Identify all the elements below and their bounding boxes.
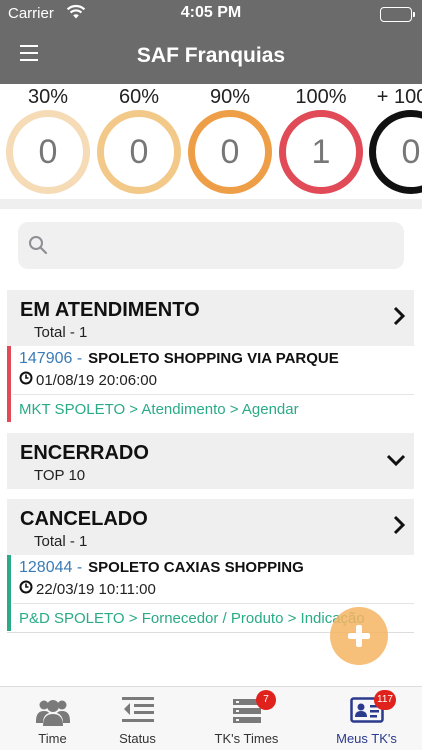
- clock-icon: [19, 371, 33, 389]
- clock-icon: [19, 580, 33, 598]
- gauge-over-100[interactable]: + 100% 0: [366, 84, 422, 194]
- divider: [0, 199, 422, 209]
- status-bar: Carrier 4:05 PM: [0, 0, 422, 28]
- gauge-label: + 100%: [376, 86, 422, 108]
- navigation-bar: SAF Franquias: [0, 28, 422, 84]
- team-icon: [35, 697, 70, 732]
- gauge-label: 30%: [27, 86, 69, 108]
- ticket-category-path: MKT SPOLETO > Atendimento > Agendar: [19, 401, 299, 418]
- ticket-store-name: SPOLETO CAXIAS SHOPPING: [88, 559, 304, 576]
- add-ticket-button[interactable]: [330, 607, 388, 665]
- gauge-90[interactable]: 90% 0: [185, 84, 275, 194]
- section-title: ENCERRADO: [20, 442, 149, 464]
- gauge-100[interactable]: 100% 1: [276, 84, 366, 194]
- search-bar[interactable]: [18, 222, 404, 269]
- gauge-circle: 0: [97, 110, 181, 194]
- section-subtitle: Total - 1: [34, 324, 88, 341]
- chevron-right-icon: [392, 306, 406, 331]
- section-em-atendimento[interactable]: EM ATENDIMENTO Total - 1: [7, 290, 414, 346]
- ticket-store-name: SPOLETO SHOPPING VIA PARQUE: [88, 350, 339, 367]
- section-subtitle: TOP 10: [34, 467, 86, 484]
- ticket-date-row: 22/03/19 10:11:00: [19, 580, 156, 598]
- gauge-label: 90%: [209, 86, 251, 108]
- gauge-circle: 0: [369, 110, 422, 194]
- section-title: EM ATENDIMENTO: [20, 299, 200, 321]
- ticket-id: 147906 -: [19, 350, 83, 367]
- page-title: SAF Franquias: [136, 44, 286, 67]
- divider: [13, 394, 414, 395]
- section-cancelado[interactable]: CANCELADO Total - 1: [7, 499, 414, 555]
- gauge-label: 60%: [118, 86, 160, 108]
- tab-tks-times[interactable]: 7 TK's Times: [194, 687, 299, 750]
- list-indent-icon: [121, 697, 154, 728]
- notification-badge: 7: [256, 690, 276, 710]
- tab-meus-tks[interactable]: 117 Meus TK's: [314, 687, 419, 750]
- section-title: CANCELADO: [20, 508, 148, 530]
- gauge-30[interactable]: 30% 0: [3, 84, 93, 194]
- battery-icon: [380, 7, 415, 22]
- tab-status[interactable]: Status: [85, 687, 190, 750]
- section-encerrado[interactable]: ENCERRADO TOP 10: [7, 433, 414, 489]
- chevron-right-icon: [392, 515, 406, 540]
- gauge-60[interactable]: 60% 0: [94, 84, 184, 194]
- notification-badge: 117: [374, 690, 396, 710]
- tab-label: Meus TK's: [336, 731, 397, 746]
- ticket-card[interactable]: 147906 - SPOLETO SHOPPING VIA PARQUE 01/0…: [7, 346, 414, 422]
- gauge-circle: 0: [6, 110, 90, 194]
- gauge-circle: 0: [188, 110, 272, 194]
- ticket-date-row: 01/08/19 20:06:00: [19, 371, 157, 389]
- tab-bar: Time Status 7 TK's Times 117 Meus TK's: [0, 686, 422, 750]
- search-input[interactable]: [58, 222, 388, 269]
- tab-label: TK's Times: [214, 731, 279, 746]
- chevron-down-icon: [386, 453, 406, 472]
- search-icon: [28, 235, 48, 260]
- ticket-id-row: 147906 - SPOLETO SHOPPING VIA PARQUE: [19, 350, 339, 368]
- ticket-id-row: 128044 - SPOLETO CAXIAS SHOPPING: [19, 559, 304, 577]
- gauge-circle: 1: [279, 110, 363, 194]
- clock-time: 4:05 PM: [180, 4, 242, 21]
- progress-gauges: 30% 0 60% 0 90% 0 100% 1 + 100% 0: [0, 84, 422, 199]
- ticket-status-bar: [7, 555, 11, 631]
- divider: [13, 603, 414, 604]
- section-subtitle: Total - 1: [34, 533, 88, 550]
- tab-label: Status: [119, 731, 156, 746]
- ticket-status-bar: [7, 346, 11, 422]
- ticket-date: 22/03/19 10:11:00: [36, 580, 156, 598]
- ticket-date: 01/08/19 20:06:00: [36, 371, 157, 389]
- ticket-id: 128044 -: [19, 559, 83, 576]
- gauge-label: 100%: [295, 86, 347, 108]
